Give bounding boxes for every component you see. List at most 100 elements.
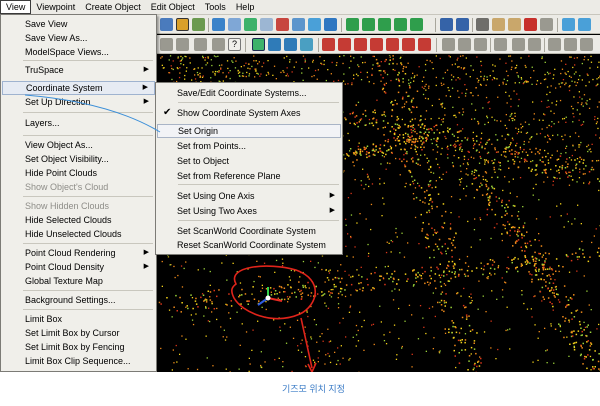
- coordinate-gizmo-icon[interactable]: [257, 287, 283, 306]
- object-icon-13[interactable]: [458, 38, 471, 51]
- view-menu-item-limit-box[interactable]: Limit Box: [2, 312, 155, 326]
- fit-icon[interactable]: [276, 18, 289, 31]
- menu-view[interactable]: View: [0, 0, 32, 14]
- submenu-item-show-coordinate-system-axes[interactable]: ✔ Show Coordinate System Axes: [157, 106, 341, 120]
- region-icon[interactable]: [212, 38, 225, 51]
- object-icon-14[interactable]: [474, 38, 487, 51]
- view-menu-item-set-limit-box-by-fencing[interactable]: Set Limit Box by Fencing: [2, 340, 155, 354]
- submenu-item-set-origin[interactable]: Set Origin: [157, 124, 341, 138]
- angle-icon[interactable]: [194, 38, 207, 51]
- layout-icon-1[interactable]: [346, 18, 359, 31]
- menu-item-label: TruSpace: [25, 65, 64, 75]
- view-menu-item-layers[interactable]: Layers...: [2, 116, 155, 130]
- layout-icon-5[interactable]: [410, 18, 423, 31]
- view-menu-item-view-object-as[interactable]: View Object As...: [2, 138, 155, 152]
- view-menu-item-truspace[interactable]: TruSpace ▶: [2, 63, 155, 77]
- menu-item-label: Show Hidden Clouds: [25, 201, 110, 211]
- view-menu-item-global-texture-map[interactable]: Global Texture Map: [2, 274, 155, 288]
- distance-icon[interactable]: [176, 38, 189, 51]
- layout-icon-4[interactable]: [394, 18, 407, 31]
- menu-viewpoint[interactable]: Viewpoint: [31, 0, 80, 14]
- submenu-arrow-icon: ▶: [143, 263, 149, 270]
- object-icon-7[interactable]: [354, 38, 367, 51]
- export-icon[interactable]: [562, 18, 575, 31]
- measure-icon[interactable]: [160, 38, 173, 51]
- help-icon[interactable]: ?: [228, 38, 241, 51]
- view-menu-item-point-cloud-density[interactable]: Point Cloud Density ▶: [2, 260, 155, 274]
- view-menu-item-save-view-as[interactable]: Save View As...: [2, 31, 155, 45]
- view-menu-item-set-object-visibility[interactable]: Set Object Visibility...: [2, 152, 155, 166]
- view-menu-item-hide-point-clouds[interactable]: Hide Point Clouds: [2, 166, 155, 180]
- object-icon-3[interactable]: [284, 38, 297, 51]
- object-icon-4[interactable]: [300, 38, 313, 51]
- object-icon-1[interactable]: [252, 38, 265, 51]
- menu-item-label: Set Limit Box by Fencing: [25, 342, 125, 352]
- menu-separator: [23, 290, 153, 291]
- submenu-item-set-using-one-axis[interactable]: Set Using One Axis ▶: [157, 189, 341, 203]
- object-icon-20[interactable]: [580, 38, 593, 51]
- view-menu-item-set-up-direction[interactable]: Set Up Direction ▶: [2, 95, 155, 109]
- view-menu-dropdown: Save View Save View As... ModelSpace Views…: [0, 14, 157, 372]
- properties-icon[interactable]: [540, 18, 553, 31]
- seek-icon[interactable]: [212, 18, 225, 31]
- view-cube-icon[interactable]: [324, 18, 337, 31]
- checkmark-icon: ✔: [163, 107, 172, 118]
- camera-icon[interactable]: [308, 18, 321, 31]
- submenu-item-reset-scanworld-coordinate-system[interactable]: Reset ScanWorld Coordinate System: [157, 238, 341, 252]
- delete-icon[interactable]: [524, 18, 537, 31]
- layout-icon-2[interactable]: [362, 18, 375, 31]
- zoom-icon[interactable]: [228, 18, 241, 31]
- view-menu-item-coordinate-system[interactable]: Coordinate System ▶: [2, 81, 155, 95]
- object-icon-18[interactable]: [548, 38, 561, 51]
- submenu-item-set-using-two-axes[interactable]: Set Using Two Axes ▶: [157, 204, 341, 218]
- object-icon-17[interactable]: [528, 38, 541, 51]
- fence-icon[interactable]: [176, 18, 189, 31]
- object-icon-9[interactable]: [386, 38, 399, 51]
- walk-icon[interactable]: [292, 18, 305, 31]
- submenu-item-set-to-object[interactable]: Set to Object: [157, 154, 341, 168]
- object-icon-5[interactable]: [322, 38, 335, 51]
- select-icon[interactable]: [160, 18, 173, 31]
- redo-icon[interactable]: [456, 18, 469, 31]
- view-menu-item-limit-box-clip-sequence[interactable]: Limit Box Clip Sequence...: [2, 354, 155, 368]
- menu-help[interactable]: Help: [231, 0, 260, 14]
- object-icon-12[interactable]: [442, 38, 455, 51]
- object-icon-16[interactable]: [512, 38, 525, 51]
- view-menu-item-set-limit-box-by-cursor[interactable]: Set Limit Box by Cursor: [2, 326, 155, 340]
- layout-icon-3[interactable]: [378, 18, 391, 31]
- object-icon-10[interactable]: [402, 38, 415, 51]
- view-menu-item-show-object-s-cloud[interactable]: Show Object's Cloud: [2, 180, 155, 194]
- object-icon-6[interactable]: [338, 38, 351, 51]
- menu-item-label: Limit Box Clip Sequence...: [25, 356, 131, 366]
- submenu-item-set-scanworld-coordinate-system[interactable]: Set ScanWorld Coordinate System: [157, 224, 341, 238]
- submenu-item-save-edit-coordinate-systems[interactable]: Save/Edit Coordinate Systems...: [157, 86, 341, 100]
- view-menu-item-hide-selected-clouds[interactable]: Hide Selected Clouds: [2, 213, 155, 227]
- cut-icon[interactable]: [476, 18, 489, 31]
- object-icon-8[interactable]: [370, 38, 383, 51]
- view-menu-item-save-view[interactable]: Save View: [2, 17, 155, 31]
- pan-icon[interactable]: [260, 18, 273, 31]
- menu-item-label: Set Using Two Axes: [177, 206, 257, 216]
- undo-icon[interactable]: [440, 18, 453, 31]
- menu-tools[interactable]: Tools: [200, 0, 231, 14]
- submenu-item-set-from-reference-plane[interactable]: Set from Reference Plane: [157, 169, 341, 183]
- object-icon-11[interactable]: [418, 38, 431, 51]
- pick-icon[interactable]: [192, 18, 205, 31]
- view-menu-item-modelspace-views[interactable]: ModelSpace Views...: [2, 45, 155, 59]
- submenu-item-set-from-points[interactable]: Set from Points...: [157, 139, 341, 153]
- object-icon-15[interactable]: [494, 38, 507, 51]
- paste-icon[interactable]: [508, 18, 521, 31]
- view-menu-item-hide-unselected-clouds[interactable]: Hide Unselected Clouds: [2, 227, 155, 241]
- orbit-icon[interactable]: [244, 18, 257, 31]
- object-icon-19[interactable]: [564, 38, 577, 51]
- import-icon[interactable]: [578, 18, 591, 31]
- menu-separator: [178, 102, 339, 103]
- copy-icon[interactable]: [492, 18, 505, 31]
- view-menu-item-point-cloud-rendering[interactable]: Point Cloud Rendering ▶: [2, 246, 155, 260]
- menu-edit-object[interactable]: Edit Object: [146, 0, 200, 14]
- menu-create-object[interactable]: Create Object: [80, 0, 146, 14]
- view-menu-item-show-hidden-clouds[interactable]: Show Hidden Clouds: [2, 199, 155, 213]
- menu-item-label: Set from Points...: [177, 141, 247, 151]
- object-icon-2[interactable]: [268, 38, 281, 51]
- view-menu-item-background-settings[interactable]: Background Settings...: [2, 293, 155, 307]
